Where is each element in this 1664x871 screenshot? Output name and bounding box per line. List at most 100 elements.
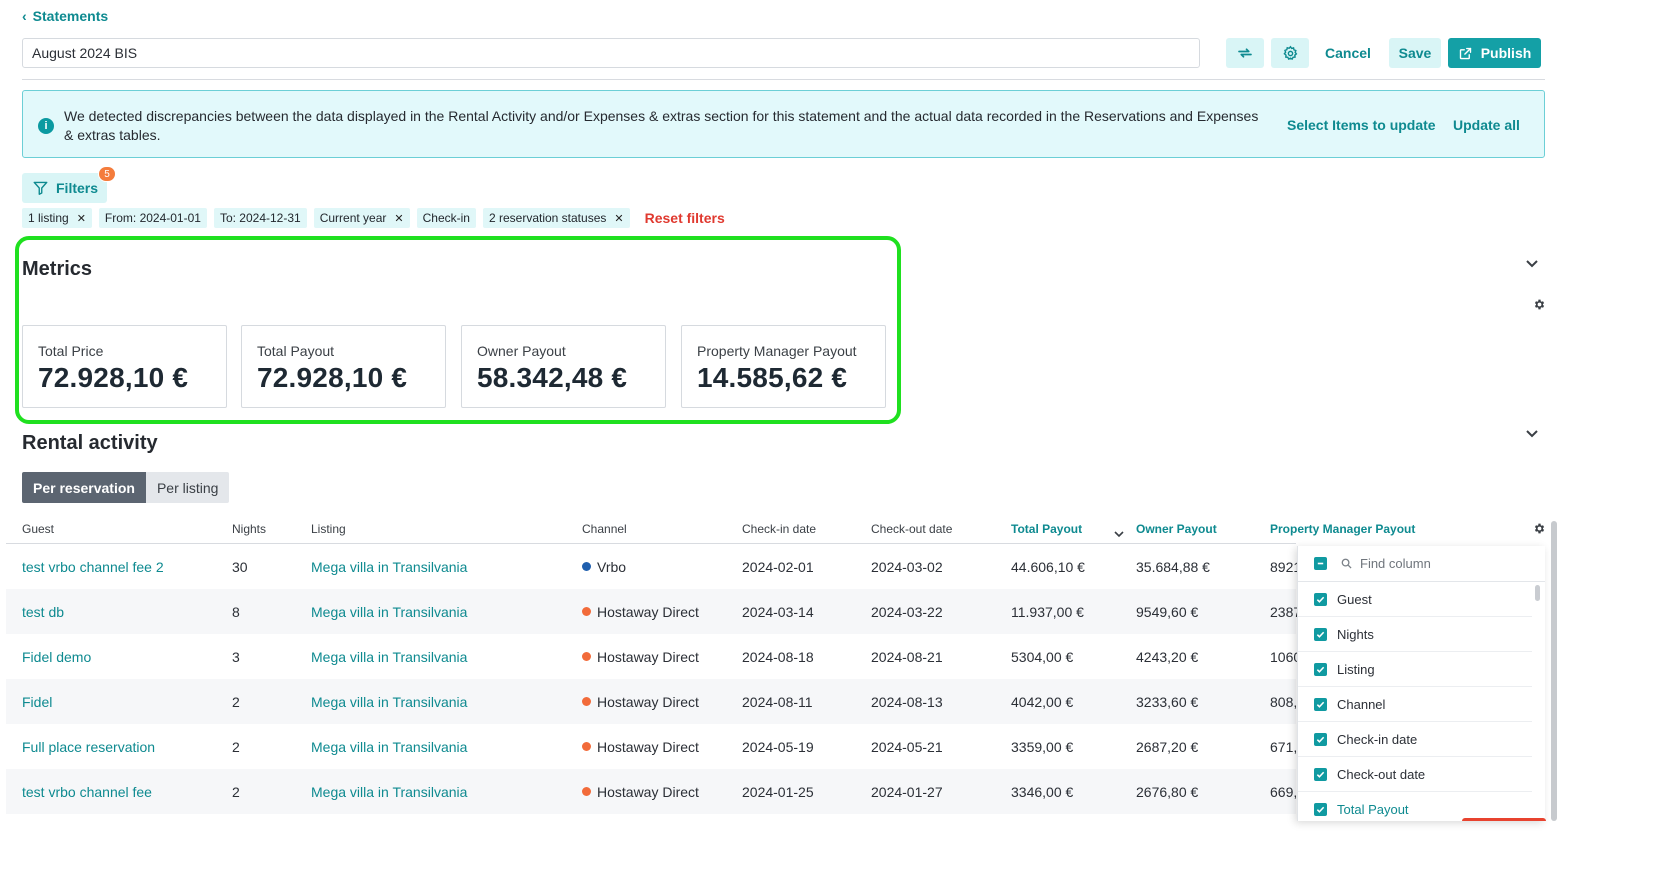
column-option[interactable]: Listing <box>1298 652 1532 687</box>
close-icon[interactable]: ✕ <box>614 212 623 225</box>
nights-cell: 2 <box>232 693 240 710</box>
column-header-owner-payout[interactable]: Owner Payout <box>1136 522 1217 536</box>
guest-link[interactable]: Fidel demo <box>22 634 91 679</box>
column-option-label: Nights <box>1337 626 1374 642</box>
table-row[interactable]: Fidel demo 3 Mega villa in Transilvania Hos… <box>6 634 1301 679</box>
cancel-button[interactable]: Cancel <box>1318 38 1378 68</box>
table-row[interactable]: Full place reservation 2 Mega villa in Tra… <box>6 724 1297 769</box>
filter-chip-from: From: 2024-01-01 <box>98 208 207 228</box>
column-option[interactable]: Guest <box>1298 582 1532 617</box>
column-header-listing[interactable]: Listing <box>311 522 346 536</box>
total-payout-cell: 4042,00 € <box>1011 693 1074 710</box>
guest-link[interactable]: test vrbo channel fee 2 <box>22 544 164 589</box>
checkbox-icon[interactable] <box>1314 627 1327 641</box>
nights-cell: 30 <box>232 558 248 575</box>
column-option[interactable]: Check-out date <box>1298 757 1532 792</box>
tab-per-reservation[interactable]: Per reservation <box>22 472 146 503</box>
column-header-pm-payout[interactable]: Property Manager Payout <box>1270 522 1415 536</box>
channel-cell: Vrbo <box>582 544 626 589</box>
checkbox-icon[interactable] <box>1314 767 1327 781</box>
chip-label: From: 2024-01-01 <box>104 211 201 225</box>
sync-button[interactable] <box>1226 38 1264 68</box>
guest-link[interactable]: Fidel <box>22 679 52 724</box>
checkbox-icon[interactable] <box>1314 732 1327 746</box>
sort-icon[interactable] <box>1114 525 1124 541</box>
checkbox-icon[interactable] <box>1314 697 1327 711</box>
listing-link[interactable]: Mega villa in Transilvania <box>311 679 467 724</box>
table-row[interactable]: test vrbo channel fee 2 Mega villa in Tran… <box>6 769 1297 814</box>
alert-message: We detected discrepancies between the da… <box>64 108 1259 143</box>
gear-icon <box>1282 45 1297 60</box>
channel-cell: Hostaway Direct <box>582 679 699 724</box>
listing-link[interactable]: Mega villa in Transilvania <box>311 769 467 814</box>
guest-link[interactable]: Full place reservation <box>22 724 155 769</box>
columns-settings-button[interactable] <box>1533 522 1546 538</box>
filters-button[interactable]: Filters <box>22 173 107 203</box>
checkbox-icon[interactable] <box>1314 662 1327 676</box>
listing-link[interactable]: Mega villa in Transilvania <box>311 589 467 634</box>
column-header-total-payout[interactable]: Total Payout <box>1011 522 1082 536</box>
header-divider <box>22 79 1545 80</box>
checkbox-icon[interactable] <box>1314 802 1327 816</box>
column-option[interactable]: Check-in date <box>1298 722 1532 757</box>
info-icon: i <box>38 118 54 134</box>
chip-label: Current year <box>319 211 387 225</box>
listing-link[interactable]: Mega villa in Transilvania <box>311 634 467 679</box>
metrics-collapse-button[interactable] <box>1525 256 1539 274</box>
channel-dot-icon <box>582 697 591 706</box>
select-items-to-update-link[interactable]: Select Items to update <box>1287 117 1436 133</box>
settings-button[interactable] <box>1271 38 1309 68</box>
table-scrollbar[interactable] <box>1551 521 1557 821</box>
column-option[interactable]: Nights <box>1298 617 1532 652</box>
filter-chip-current-year: Current year ✕ <box>313 208 410 228</box>
checkout-cell: 2024-03-02 <box>871 558 943 575</box>
guest-link[interactable]: test vrbo channel fee <box>22 769 152 814</box>
table-row[interactable]: test db 8 Mega villa in Transilvania Hostaw… <box>6 589 1301 634</box>
column-option[interactable]: Total Payout <box>1298 792 1532 821</box>
column-header-checkout[interactable]: Check-out date <box>871 522 952 536</box>
total-payout-cell: 44.606,10 € <box>1011 558 1085 575</box>
table-row[interactable]: Fidel 2 Mega villa in Transilvania Hostaway… <box>6 679 1297 724</box>
publish-icon <box>1459 47 1471 59</box>
channel-label: Hostaway Direct <box>597 648 699 665</box>
channel-dot-icon <box>582 787 591 796</box>
tab-per-listing[interactable]: Per listing <box>145 472 230 503</box>
total-payout-cell: 11.937,00 € <box>1011 603 1084 620</box>
column-option-label: Check-in date <box>1337 731 1418 747</box>
rental-collapse-button[interactable] <box>1525 426 1539 444</box>
channel-dot-icon <box>582 607 591 616</box>
nights-cell: 2 <box>232 738 240 755</box>
checkin-cell: 2024-08-18 <box>742 648 814 665</box>
column-header-checkin[interactable]: Check-in date <box>742 522 816 536</box>
checkbox-icon[interactable] <box>1314 592 1327 606</box>
column-option[interactable]: Channel <box>1298 687 1532 722</box>
reset-filters-link[interactable]: Reset filters <box>645 210 725 226</box>
checkout-cell: 2024-05-21 <box>871 738 943 755</box>
statement-title-input[interactable] <box>22 38 1200 68</box>
listing-link[interactable]: Mega villa in Transilvania <box>311 544 467 589</box>
guest-link[interactable]: test db <box>22 589 64 634</box>
owner-payout-cell: 2687,20 € <box>1136 738 1199 755</box>
channel-label: Hostaway Direct <box>597 603 699 620</box>
update-all-link[interactable]: Update all <box>1453 117 1520 133</box>
partially-visible-button[interactable] <box>1462 818 1546 821</box>
table-row[interactable]: test vrbo channel fee 2 30 Mega villa in T… <box>6 544 1301 589</box>
save-button[interactable]: Save <box>1389 38 1441 68</box>
publish-button[interactable]: Publish <box>1448 38 1541 68</box>
metric-value: 72.928,10 € <box>257 362 408 393</box>
column-header-channel[interactable]: Channel <box>582 522 627 536</box>
close-icon[interactable]: ✕ <box>77 212 86 225</box>
close-icon[interactable]: ✕ <box>394 212 403 225</box>
select-all-checkbox[interactable] <box>1314 557 1327 570</box>
nights-cell: 8 <box>232 603 240 620</box>
column-header-nights[interactable]: Nights <box>232 522 266 536</box>
active-filter-chips: 1 listing ✕ From: 2024-01-01 To: 2024-12-… <box>22 208 725 228</box>
metrics-settings-button[interactable] <box>1533 298 1546 314</box>
column-search-field[interactable]: Find column <box>1341 556 1431 571</box>
listing-link[interactable]: Mega villa in Transilvania <box>311 724 467 769</box>
metric-card-total-payout: Total Payout 72.928,10 € <box>241 325 446 408</box>
column-panel-scrollbar[interactable] <box>1535 585 1540 601</box>
column-header-guest[interactable]: Guest <box>22 522 54 536</box>
total-payout-cell: 3346,00 € <box>1011 783 1074 800</box>
back-to-statements-link[interactable]: ‹ Statements <box>22 8 108 24</box>
